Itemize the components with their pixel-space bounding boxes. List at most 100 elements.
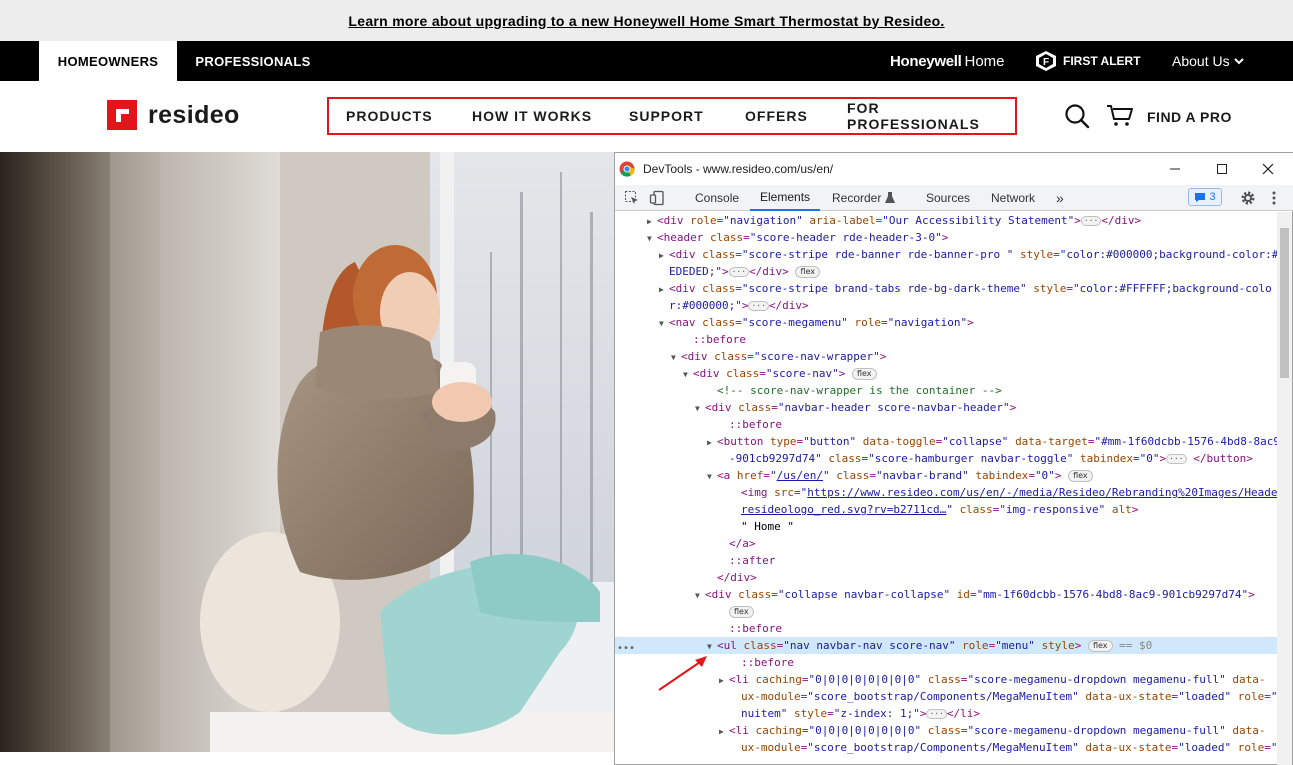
dom-node-line[interactable]: ux-module="score_bootstrap/Components/Me…	[615, 739, 1291, 756]
dom-node-line[interactable]: <img src="https://www.resideo.com/us/en/…	[615, 484, 1291, 501]
dom-node-line[interactable]: ::before	[615, 331, 1277, 348]
inspect-element-icon[interactable]	[624, 190, 640, 206]
expand-triangle-icon[interactable]: ▼	[707, 468, 717, 485]
dom-node-line[interactable]: EDEDED;"> ··· </div> flex	[615, 263, 1277, 280]
dom-node-markup: <div class="score-nav"> flex	[693, 367, 877, 380]
dom-node-markup: r:#000000;"> ··· </div>	[669, 299, 809, 312]
expand-triangle-icon[interactable]: ▼	[695, 400, 705, 417]
maximize-button[interactable]	[1199, 153, 1245, 185]
dom-node-line[interactable]: ▼ <div class="score-nav-wrapper">	[615, 348, 1277, 365]
chevron-down-icon	[1233, 58, 1244, 65]
dom-node-markup: ::before	[693, 333, 746, 346]
nav-support[interactable]: SUPPORT	[629, 99, 704, 133]
issues-count: 3	[1209, 191, 1216, 203]
issues-button[interactable]: 3	[1188, 188, 1222, 206]
search-icon[interactable]	[1064, 103, 1090, 129]
resideo-logo-link[interactable]: resideo	[107, 100, 240, 130]
dom-node-line[interactable]: ▶ <button type="button" data-toggle="coll…	[615, 433, 1280, 451]
gear-icon[interactable]	[1240, 190, 1256, 206]
expand-triangle-icon[interactable]: ▶	[719, 672, 729, 689]
expand-triangle-icon[interactable]: ▼	[659, 315, 669, 332]
dom-node-line[interactable]: r:#000000;"> ··· </div>	[615, 297, 1277, 314]
expand-triangle-icon[interactable]: ▼	[671, 349, 681, 366]
dom-node-line[interactable]: ▼ <nav class="score-megamenu" role="navig…	[615, 314, 1277, 331]
close-button[interactable]	[1245, 153, 1291, 185]
nav-how-it-works[interactable]: HOW IT WORKS	[472, 99, 592, 133]
node-actions-ellipsis[interactable]: •••	[617, 643, 635, 654]
device-toolbar-icon[interactable]	[649, 190, 665, 206]
dom-node-line[interactable]: ::before	[615, 620, 1277, 637]
dom-node-line[interactable]: </a>	[615, 535, 1277, 552]
expand-triangle-icon[interactable]: ▼	[647, 230, 657, 247]
dom-node-line[interactable]: resideologo_red.svg?rv=b2711cd…" class="…	[615, 501, 1277, 518]
dom-node-line[interactable]: nuitem" style="z-index: 1;"> ··· </li>	[615, 705, 1277, 722]
expand-triangle-icon[interactable]: ▶	[707, 434, 717, 451]
dom-node-line[interactable]: <!-- score-nav-wrapper is the container …	[615, 382, 1277, 399]
about-us-menu[interactable]: About Us	[1172, 41, 1244, 81]
elements-scrollbar[interactable]	[1277, 212, 1292, 765]
resideo-logo-text: resideo	[148, 100, 240, 129]
tab-network[interactable]: Network	[991, 185, 1035, 211]
tab-homeowners[interactable]: HOMEOWNERS	[39, 41, 177, 81]
dom-node-markup: ::before	[729, 418, 782, 431]
tab-recorder[interactable]: Recorder	[832, 185, 896, 211]
dom-node-line[interactable]: -901cb9297d74" class="score-hamburger na…	[615, 450, 1277, 467]
dom-node-selected[interactable]: ▼ <ul class="nav navbar-nav score-nav" ro…	[615, 637, 1277, 654]
dom-node-line[interactable]: ▶ <div role="navigation" aria-label="Our …	[615, 212, 1277, 229]
dom-node-markup: resideologo_red.svg?rv=b2711cd…" class="…	[741, 503, 1139, 516]
dom-node-line[interactable]: ▼ <header class="score-header rde-header-…	[615, 229, 1277, 246]
dom-node-markup: <li caching="0|0|0|0|0|0|0|0" class="sco…	[729, 673, 1266, 686]
dom-node-line[interactable]: ▼ <div class="collapse navbar-collapse" i…	[615, 586, 1277, 603]
tab-professionals[interactable]: PROFESSIONALS	[183, 41, 323, 81]
expand-triangle-icon[interactable]: ▶	[647, 213, 657, 230]
dom-node-line[interactable]: ▶ <div class="score-stripe rde-banner rde…	[615, 246, 1279, 264]
dom-node-markup: <nav class="score-megamenu" role="naviga…	[669, 316, 974, 329]
dom-node-line[interactable]: </div>	[615, 569, 1277, 586]
dom-node-line[interactable]: ▶ <li caching="0|0|0|0|0|0|0|0" class="sc…	[615, 722, 1277, 739]
dom-node-line[interactable]: ▼ <div class="navbar-header score-navbar-…	[615, 399, 1277, 416]
main-navigation: resideo PRODUCTS HOW IT WORKS SUPPORT OF…	[0, 81, 1293, 152]
dom-node-markup: nuitem" style="z-index: 1;"> ··· </li>	[741, 707, 981, 720]
dom-node-line[interactable]: ▶ <div class="score-stripe brand-tabs rde…	[615, 280, 1277, 297]
devtools-toolbar: Console Elements Recorder Sources Networ…	[615, 185, 1293, 211]
resideo-logo-icon	[107, 100, 137, 130]
dom-node-line[interactable]: ux-module="score_bootstrap/Components/Me…	[615, 688, 1291, 705]
nav-offers[interactable]: OFFERS	[745, 99, 808, 133]
nav-for-professionals[interactable]: FOR PROFESSIONALS	[847, 99, 1015, 133]
brand-tabs-bar: HOMEOWNERS PROFESSIONALS Honeywell Home …	[0, 41, 1293, 81]
dom-node-line[interactable]: ::before	[615, 654, 1277, 671]
more-options-icon[interactable]	[1271, 190, 1277, 206]
expand-triangle-icon[interactable]: ▼	[695, 587, 705, 604]
first-alert-link[interactable]: F FIRST ALERT	[1035, 41, 1141, 81]
dom-node-line[interactable]: " Home "	[615, 518, 1277, 535]
svg-text:F: F	[1043, 57, 1049, 68]
expand-triangle-icon[interactable]: ▼	[683, 366, 693, 383]
nav-products[interactable]: PRODUCTS	[346, 99, 433, 133]
tab-sources[interactable]: Sources	[926, 185, 970, 211]
dom-node-line[interactable]: ::before	[615, 416, 1277, 433]
more-tabs-icon[interactable]: »	[1056, 185, 1064, 211]
about-us-label: About Us	[1172, 53, 1230, 69]
upgrade-banner: Learn more about upgrading to a new Hone…	[0, 0, 1293, 41]
expand-triangle-icon[interactable]: ▶	[659, 247, 669, 264]
elements-panel[interactable]: ▶ <div role="navigation" aria-label="Our …	[615, 212, 1293, 765]
maximize-icon	[1217, 164, 1227, 174]
dom-node-markup: <div class="score-stripe rde-banner rde-…	[669, 248, 1279, 261]
dom-node-line[interactable]: flex	[615, 603, 1277, 620]
cart-icon[interactable]	[1106, 103, 1134, 127]
dom-node-markup: ::before	[729, 622, 782, 635]
minimize-button[interactable]	[1152, 153, 1198, 185]
honeywell-home-link[interactable]: Honeywell Home	[890, 41, 1005, 81]
expand-triangle-icon[interactable]: ▶	[719, 723, 729, 740]
tab-console[interactable]: Console	[695, 185, 739, 211]
scrollbar-thumb[interactable]	[1280, 228, 1289, 378]
tab-elements[interactable]: Elements	[750, 185, 821, 211]
expand-triangle-icon[interactable]: ▶	[659, 281, 669, 298]
dom-node-line[interactable]: ▶ <li caching="0|0|0|0|0|0|0|0" class="sc…	[615, 671, 1277, 688]
upgrade-banner-link[interactable]: Learn more about upgrading to a new Hone…	[348, 13, 944, 29]
dom-node-line[interactable]: ▼ <div class="score-nav"> flex	[615, 365, 1277, 382]
dom-node-markup: ::before	[741, 656, 794, 669]
dom-node-line[interactable]: ::after	[615, 552, 1277, 569]
find-a-pro-link[interactable]: FIND A PRO	[1147, 109, 1232, 125]
dom-node-line[interactable]: ▼ <a href="/us/en/" class="navbar-brand" …	[615, 467, 1277, 484]
